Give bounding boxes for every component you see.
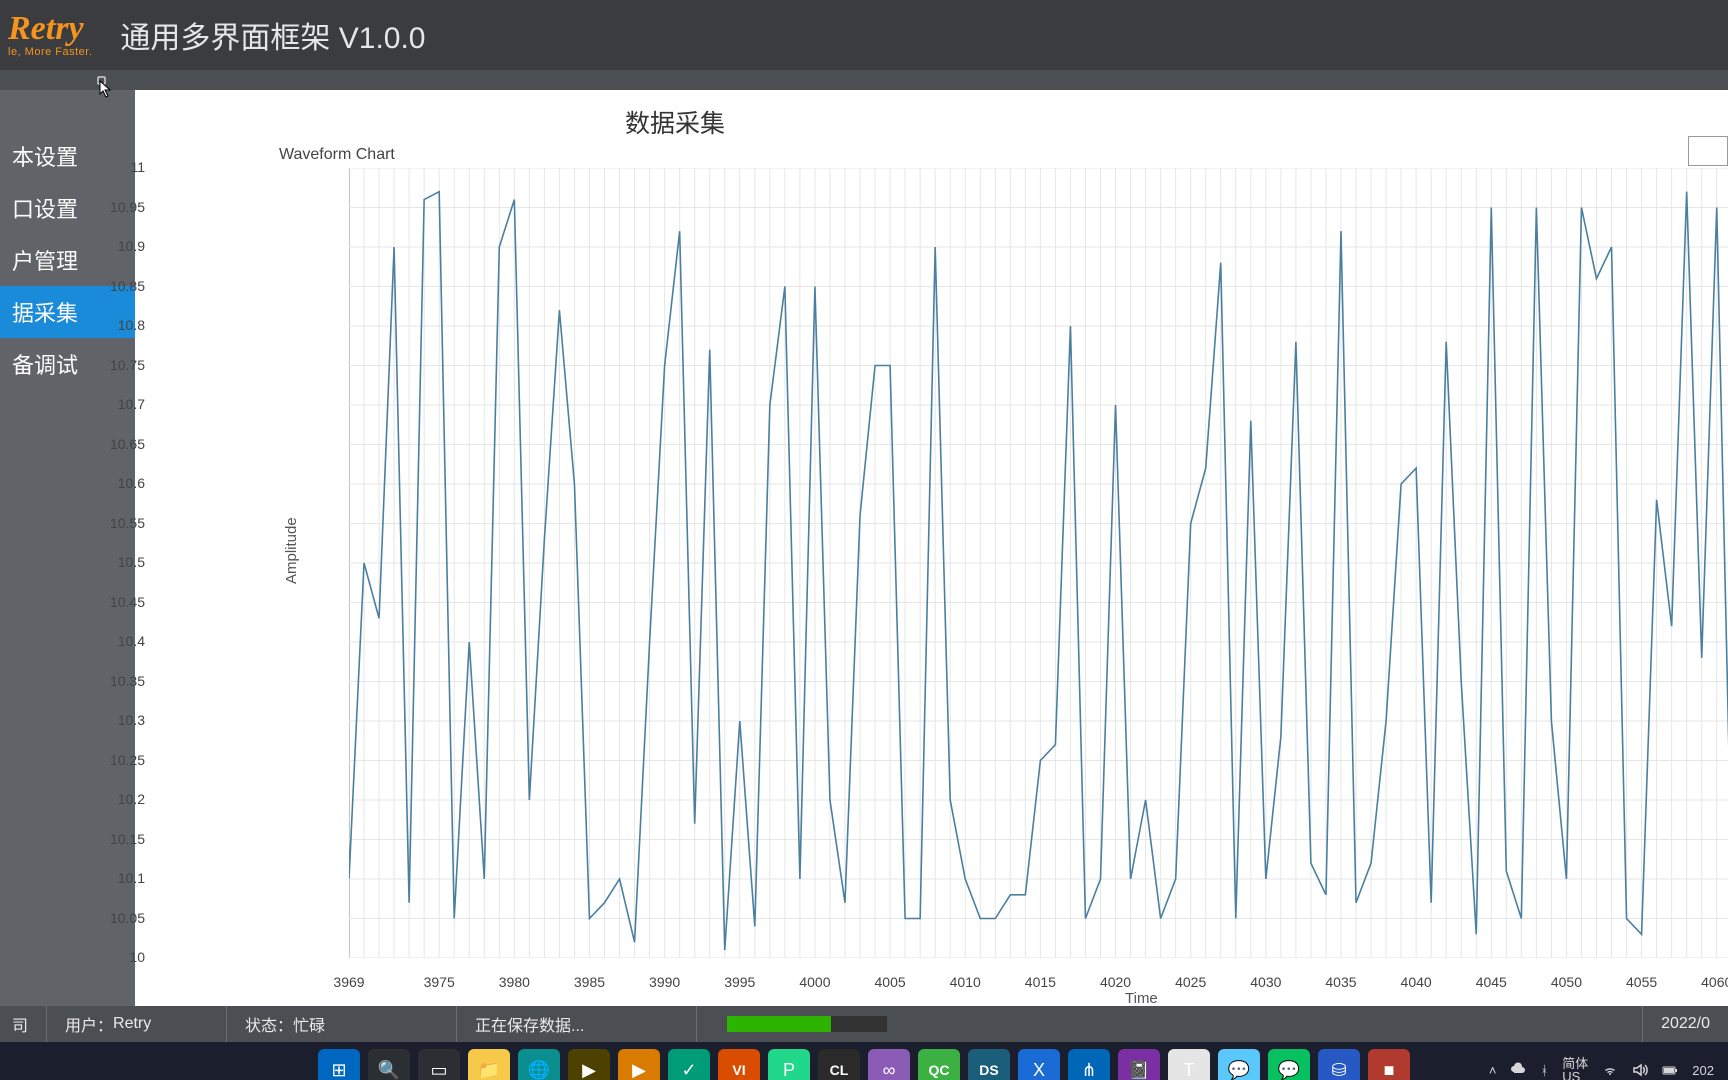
logo-tagline: le, More Faster. <box>8 46 92 58</box>
battery-icon[interactable] <box>1662 1062 1678 1078</box>
titlebar: Retry le, More Faster. 通用多界面框架 V1.0.0 <box>0 0 1728 70</box>
y-tick: 10.1 <box>95 870 145 886</box>
status-progress <box>696 1006 956 1042</box>
xcode-icon[interactable]: X <box>1018 1049 1060 1080</box>
vscode-icon[interactable]: ⋔ <box>1068 1049 1110 1080</box>
y-tick: 10.3 <box>95 712 145 728</box>
legend[interactable] <box>1688 136 1728 166</box>
x-tick: 3995 <box>724 974 755 990</box>
logo-text: Retry <box>8 12 92 46</box>
x-tick: 3985 <box>574 974 605 990</box>
x-tick: 4030 <box>1250 974 1281 990</box>
wifi-icon[interactable] <box>1602 1062 1618 1078</box>
vi-icon[interactable]: VI <box>718 1049 760 1080</box>
main-panel: 数据采集 Waveform Chart Amplitude Time 1010.… <box>135 90 1728 1006</box>
x-tick: 4050 <box>1551 974 1582 990</box>
y-tick: 10.9 <box>95 238 145 254</box>
cloud-icon[interactable] <box>1510 1062 1526 1078</box>
x-tick: 4060 <box>1701 974 1728 990</box>
y-tick: 10.95 <box>95 199 145 215</box>
x-tick: 4000 <box>799 974 830 990</box>
bluetooth-icon[interactable]: ᚼ <box>1540 1063 1548 1078</box>
progress-fill <box>727 1016 831 1032</box>
x-tick: 4025 <box>1175 974 1206 990</box>
x-tick: 4015 <box>1025 974 1056 990</box>
waveform-chart[interactable] <box>349 168 1728 958</box>
wechat-icon[interactable]: 💬 <box>1268 1049 1310 1080</box>
axis-label-x: Time <box>1125 990 1158 1007</box>
y-tick: 10.65 <box>95 436 145 452</box>
volume-icon[interactable] <box>1632 1062 1648 1078</box>
y-tick: 10.2 <box>95 791 145 807</box>
status-state: 状态： 忙碌 <box>226 1006 456 1042</box>
app-title: 通用多界面框架 V1.0.0 <box>120 13 425 57</box>
toolbar-strip <box>0 70 1728 90</box>
search-icon[interactable]: 🔍 <box>368 1049 410 1080</box>
chat-icon[interactable]: 💬 <box>1218 1049 1260 1080</box>
y-tick: 10.45 <box>95 594 145 610</box>
y-tick: 10.75 <box>95 357 145 373</box>
y-tick: 10.5 <box>95 554 145 570</box>
y-tick: 10.7 <box>95 396 145 412</box>
y-tick: 10.35 <box>95 673 145 689</box>
x-tick: 4045 <box>1476 974 1507 990</box>
y-tick: 10.4 <box>95 633 145 649</box>
clion-icon[interactable]: CL <box>818 1049 860 1080</box>
y-tick: 11 <box>95 159 145 175</box>
system-tray: ˄ ᚼ 简体US 202 <box>1489 1057 1714 1080</box>
y-tick: 10.25 <box>95 752 145 768</box>
ime-indicator[interactable]: 简体US <box>1562 1057 1588 1080</box>
page-title: 数据采集 <box>625 104 725 140</box>
x-tick: 4040 <box>1401 974 1432 990</box>
taskbar: ⊞ 🔍 ▭ 📁 🌐 ▶ ▶ ✓ VI P CL ∞ QC DS X ⋔ 📓 T 💬 💬 ⛁ ■ ˄ ᚼ 简体US 202 <box>0 1042 1728 1080</box>
taskview-icon[interactable]: ▭ <box>418 1049 460 1080</box>
text-icon[interactable]: T <box>1168 1049 1210 1080</box>
veristand-icon[interactable]: ✓ <box>668 1049 710 1080</box>
chart-label: Waveform Chart <box>279 146 395 164</box>
edge-icon[interactable]: 🌐 <box>518 1049 560 1080</box>
x-tick: 4055 <box>1626 974 1657 990</box>
player-icon[interactable]: ▶ <box>618 1049 660 1080</box>
tray-chevron-icon[interactable]: ˄ <box>1489 1063 1497 1078</box>
x-tick: 3980 <box>499 974 530 990</box>
y-tick: 10.05 <box>95 910 145 926</box>
x-tick: 4035 <box>1325 974 1356 990</box>
status-bar: 司 用户： Retry 状态： 忙碌 正在保存数据... 2022/0 <box>0 1006 1728 1042</box>
y-tick: 10.55 <box>95 515 145 531</box>
status-message: 正在保存数据... <box>456 1006 696 1042</box>
start-icon[interactable]: ⊞ <box>318 1049 360 1080</box>
pycharm-icon[interactable]: P <box>768 1049 810 1080</box>
status-left: 司 <box>0 1006 46 1042</box>
taskbar-apps: ⊞ 🔍 ▭ 📁 🌐 ▶ ▶ ✓ VI P CL ∞ QC DS X ⋔ 📓 T 💬 💬 ⛁ ■ <box>318 1049 1410 1080</box>
x-tick: 4010 <box>950 974 981 990</box>
status-user: 用户： Retry <box>46 1006 226 1042</box>
app-icon[interactable]: ■ <box>1368 1049 1410 1080</box>
labview-icon[interactable]: ▶ <box>568 1049 610 1080</box>
explorer-icon[interactable]: 📁 <box>468 1049 510 1080</box>
pin-icon[interactable] <box>95 74 108 87</box>
x-tick: 3969 <box>333 974 364 990</box>
logo: Retry le, More Faster. <box>8 12 92 58</box>
y-tick: 10.8 <box>95 317 145 333</box>
x-tick: 3975 <box>424 974 455 990</box>
y-tick: 10.15 <box>95 831 145 847</box>
vs-icon[interactable]: ∞ <box>868 1049 910 1080</box>
db-icon[interactable]: ⛁ <box>1318 1049 1360 1080</box>
status-right: 2022/0 <box>1642 1006 1728 1042</box>
onenote-icon[interactable]: 📓 <box>1118 1049 1160 1080</box>
y-tick: 10 <box>95 949 145 965</box>
y-tick: 10.85 <box>95 278 145 294</box>
x-tick: 4005 <box>875 974 906 990</box>
sidebar: 本设置 口设置 户管理 据采集 备调试 <box>0 90 135 1006</box>
y-tick: 10.6 <box>95 475 145 491</box>
qc-icon[interactable]: QC <box>918 1049 960 1080</box>
ds-icon[interactable]: DS <box>968 1049 1010 1080</box>
x-tick: 3990 <box>649 974 680 990</box>
axis-label-y: Amplitude <box>283 517 300 584</box>
x-tick: 4020 <box>1100 974 1131 990</box>
clock[interactable]: 202 <box>1692 1063 1714 1078</box>
